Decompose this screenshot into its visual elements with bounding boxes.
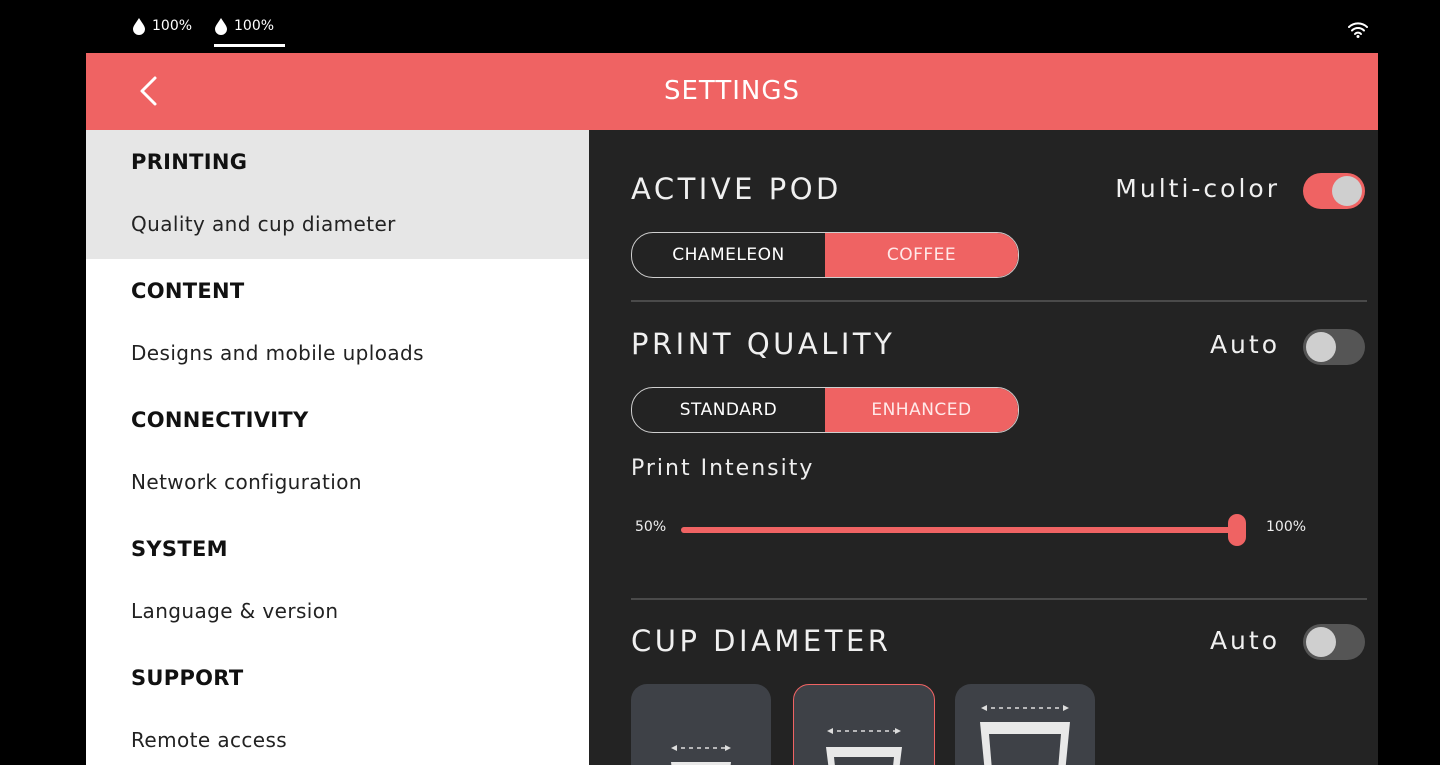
section-divider — [631, 598, 1367, 600]
medium-cup-icon — [826, 728, 902, 765]
slider-thumb[interactable] — [1228, 514, 1246, 546]
print-intensity-slider[interactable] — [681, 514, 1246, 546]
print-quality-auto-toggle[interactable] — [1303, 329, 1365, 365]
toggle-knob — [1332, 176, 1362, 206]
print-quality-selector: STANDARD ENHANCED — [631, 387, 1019, 433]
cup-diameter-auto-toggle[interactable] — [1303, 624, 1365, 660]
cup-diameter-title: CUP DIAMETER — [631, 624, 892, 658]
settings-sidebar: PRINTING Quality and cup diameter CONTEN… — [86, 130, 589, 765]
sidebar-item-title: PRINTING — [131, 150, 248, 174]
sidebar-item-support[interactable]: SUPPORT Remote access — [86, 646, 589, 765]
quality-option-standard[interactable]: STANDARD — [632, 388, 825, 432]
print-quality-title: PRINT QUALITY — [631, 327, 896, 361]
slider-max-label: 100% — [1266, 519, 1307, 535]
sidebar-item-subtitle: Designs and mobile uploads — [131, 341, 424, 365]
quality-option-enhanced[interactable]: ENHANCED — [825, 388, 1018, 432]
cup-option-small[interactable] — [631, 684, 771, 765]
sidebar-item-title: CONNECTIVITY — [131, 408, 309, 432]
sidebar-item-title: SUPPORT — [131, 666, 244, 690]
section-divider — [631, 300, 1367, 302]
sidebar-item-subtitle: Network configuration — [131, 470, 362, 494]
print-quality-auto-label: Auto — [1209, 330, 1280, 359]
page-title: SETTINGS — [663, 76, 800, 106]
sidebar-item-title: SYSTEM — [131, 537, 228, 561]
multi-color-toggle[interactable] — [1303, 173, 1365, 209]
sidebar-item-subtitle: Language & version — [131, 599, 339, 623]
selected-ink-indicator — [214, 44, 285, 47]
pod-option-chameleon[interactable]: CHAMELEON — [632, 233, 825, 277]
sidebar-item-subtitle: Remote access — [131, 728, 288, 752]
status-bar: 100% 100% — [86, 0, 1378, 53]
active-pod-selector: CHAMELEON COFFEE — [631, 232, 1019, 278]
toggle-knob — [1306, 332, 1336, 362]
wifi-icon — [1348, 22, 1368, 38]
slider-fill — [681, 527, 1237, 533]
small-cup-icon — [671, 745, 731, 765]
ink-drop-icon — [133, 18, 145, 35]
sidebar-item-title: CONTENT — [131, 279, 245, 303]
cup-diameter-auto-label: Auto — [1209, 626, 1280, 655]
sidebar-item-content[interactable]: CONTENT Designs and mobile uploads — [86, 259, 589, 388]
toggle-knob — [1306, 627, 1336, 657]
device-screen: 100% 100% SETTINGS PRINTING Quality and — [86, 0, 1378, 765]
cup-option-medium[interactable] — [793, 684, 935, 765]
ink-drop-icon — [215, 18, 227, 35]
sidebar-item-printing[interactable]: PRINTING Quality and cup diameter — [86, 130, 589, 259]
pod-option-coffee[interactable]: COFFEE — [825, 233, 1018, 277]
settings-content: ACTIVE POD Multi-color CHAMELEON COFFEE … — [589, 130, 1378, 765]
header-bar: SETTINGS — [86, 53, 1378, 130]
ink-level-label: 100% — [234, 18, 275, 34]
sidebar-item-connectivity[interactable]: CONNECTIVITY Network configuration — [86, 388, 589, 517]
ink-level-label: 100% — [152, 18, 193, 34]
multi-color-label: Multi-color — [1115, 174, 1280, 203]
active-pod-title: ACTIVE POD — [631, 172, 842, 206]
sidebar-item-subtitle: Quality and cup diameter — [131, 212, 396, 236]
cup-option-large[interactable] — [955, 684, 1095, 765]
sidebar-item-system[interactable]: SYSTEM Language & version — [86, 517, 589, 646]
print-intensity-label: Print Intensity — [631, 456, 815, 481]
large-cup-icon — [980, 705, 1070, 765]
slider-min-label: 50% — [635, 519, 667, 535]
ink-level-2[interactable]: 100% — [214, 14, 274, 38]
ink-level-1[interactable]: 100% — [132, 14, 192, 38]
